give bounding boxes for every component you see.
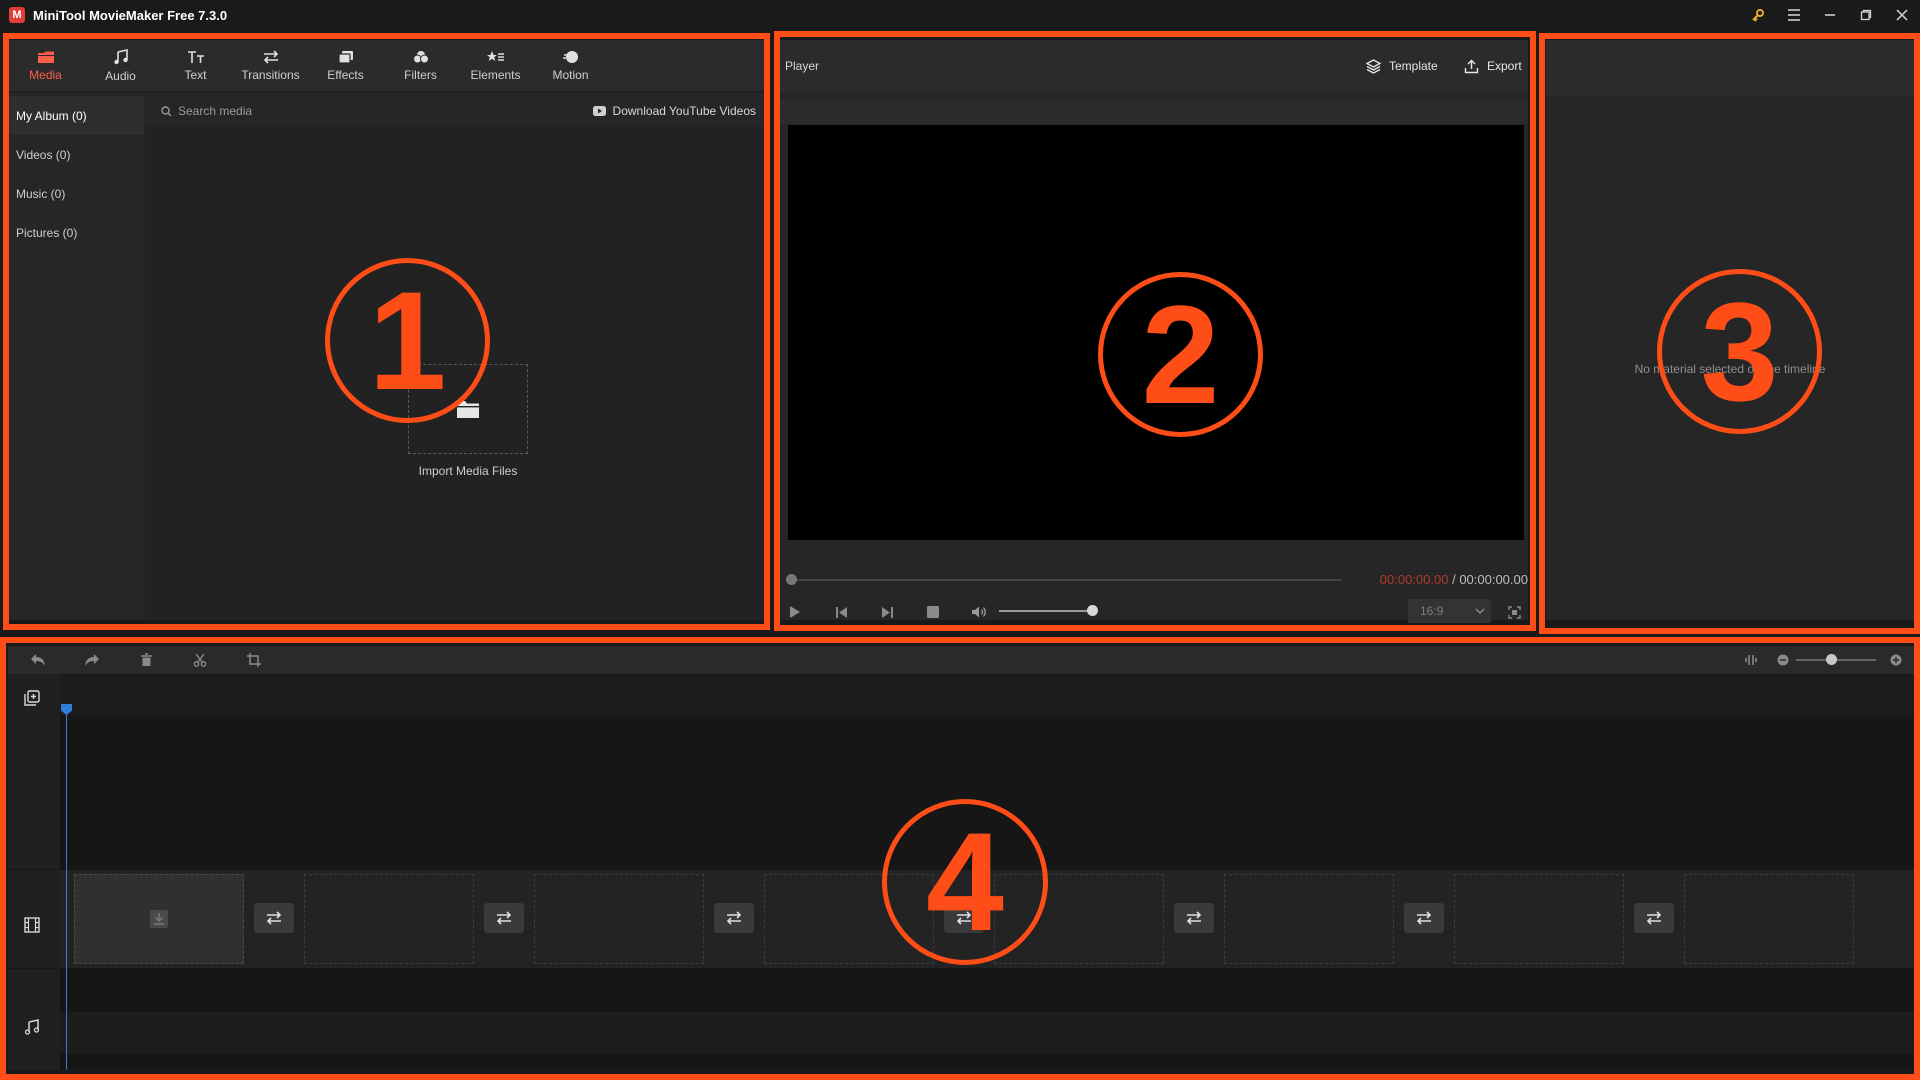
window-controls (1740, 0, 1920, 30)
annotation-number-2: 2 (1098, 272, 1263, 437)
key-icon[interactable] (1740, 0, 1776, 30)
minimize-icon[interactable] (1812, 0, 1848, 30)
close-icon[interactable] (1884, 0, 1920, 30)
app-title: MiniTool MovieMaker Free 7.3.0 (33, 7, 228, 23)
annotation-number-1: 1 (325, 258, 490, 423)
annotation-number-4: 4 (882, 799, 1048, 965)
menu-icon[interactable] (1776, 0, 1812, 30)
app-logo: M (9, 7, 25, 23)
maximize-icon[interactable] (1848, 0, 1884, 30)
title-bar: M MiniTool MovieMaker Free 7.3.0 (0, 0, 1920, 30)
annotation-number-3: 3 (1657, 269, 1822, 434)
